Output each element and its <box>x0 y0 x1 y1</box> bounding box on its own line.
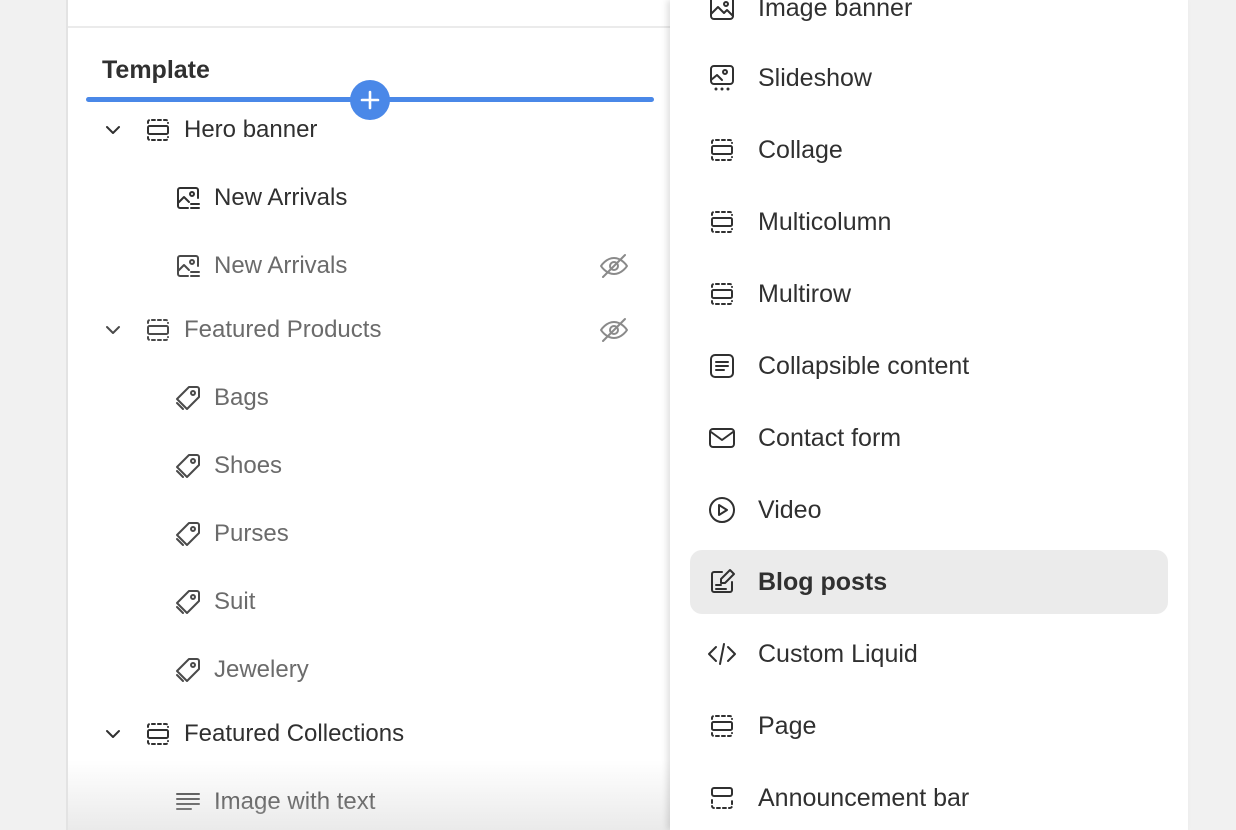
picker-item-slideshow[interactable]: Slideshow <box>690 46 1168 110</box>
block-purses[interactable]: Purses <box>172 512 289 556</box>
picker-item-announcement-bar[interactable]: Announcement bar <box>690 766 1168 830</box>
divider <box>68 26 672 28</box>
block-label: Purses <box>214 520 289 547</box>
picker-item-blog-posts[interactable]: Blog posts <box>690 550 1168 614</box>
section-icon <box>711 139 733 161</box>
picker-item-image-banner[interactable]: Image banner <box>690 0 1168 40</box>
tag-icon <box>176 454 200 478</box>
block-label: New Arrivals <box>214 252 348 279</box>
section-icon <box>711 211 733 233</box>
picker-item-collapsible-content[interactable]: Collapsible content <box>690 334 1168 398</box>
section-label: Hero banner <box>184 116 318 143</box>
picker-item-contact-form[interactable]: Contact form <box>690 406 1168 470</box>
section-icon <box>147 723 169 745</box>
block-label: Shoes <box>214 452 283 479</box>
picker-label: Collage <box>758 136 843 164</box>
picker-label: Video <box>758 496 822 524</box>
picker-label: Custom Liquid <box>758 640 918 668</box>
tag-icon <box>176 590 200 614</box>
mail-icon <box>709 428 735 448</box>
tag-icon <box>176 522 200 546</box>
block-label: Suit <box>214 588 256 615</box>
picker-item-collage[interactable]: Collage <box>690 118 1168 182</box>
slideshow-icon <box>710 65 734 91</box>
picker-label: Contact form <box>758 424 902 452</box>
chevron-down-icon[interactable] <box>100 317 126 343</box>
section-icon <box>711 283 733 305</box>
section-label: Featured Collections <box>184 720 405 747</box>
section-hero-banner[interactable]: Hero banner <box>106 108 318 152</box>
play-icon <box>709 497 735 523</box>
list-icon <box>710 354 734 378</box>
code-icon <box>708 643 736 665</box>
template-panel: Template Hero banner New Arrivals New Ar… <box>66 0 672 830</box>
tag-icon <box>176 658 200 682</box>
template-heading: Template <box>102 56 210 84</box>
block-label: Image with text <box>214 788 376 815</box>
section-label: Featured Products <box>184 316 382 343</box>
announcement-icon <box>711 787 733 809</box>
picker-label: Multicolumn <box>758 208 892 236</box>
block-jewelery[interactable]: Jewelery <box>172 648 309 692</box>
picker-item-video[interactable]: Video <box>690 478 1168 542</box>
chevron-down-icon[interactable] <box>100 721 126 747</box>
tag-icon <box>176 386 200 410</box>
picker-item-multicolumn[interactable]: Multicolumn <box>690 190 1168 254</box>
picker-label: Collapsible content <box>758 352 970 380</box>
picker-item-custom-liquid[interactable]: Custom Liquid <box>690 622 1168 686</box>
image-block-icon <box>177 187 200 209</box>
block-image-with-text[interactable]: Image with text <box>172 780 375 824</box>
picker-label: Blog posts <box>758 568 888 596</box>
block-label: Bags <box>214 384 269 411</box>
block-new-arrivals-hidden[interactable]: New Arrivals <box>172 244 628 288</box>
picker-label: Multirow <box>758 280 852 308</box>
text-block-icon <box>176 793 200 810</box>
section-featured-collections[interactable]: Featured Collections <box>106 712 405 756</box>
section-picker-panel: Image banner Slideshow Collage Multicolu… <box>670 0 1188 830</box>
image-block-icon <box>177 255 200 277</box>
plus-icon <box>360 90 380 110</box>
add-section-button[interactable] <box>350 80 390 120</box>
picker-item-page[interactable]: Page <box>690 694 1168 758</box>
block-shoes[interactable]: Shoes <box>172 444 282 488</box>
block-suit[interactable]: Suit <box>172 580 255 624</box>
chevron-down-icon[interactable] <box>100 117 126 143</box>
picker-label: Slideshow <box>758 64 872 92</box>
section-featured-products[interactable]: Featured Products <box>106 308 628 352</box>
eye-hidden-icon[interactable] <box>598 314 630 346</box>
section-icon <box>147 319 169 341</box>
edit-icon <box>711 569 735 593</box>
block-label: New Arrivals <box>214 184 348 211</box>
eye-hidden-icon[interactable] <box>598 250 630 282</box>
section-icon <box>711 715 733 737</box>
picker-item-multirow[interactable]: Multirow <box>690 262 1168 326</box>
picker-label: Page <box>758 712 817 740</box>
block-label: Jewelery <box>214 656 309 683</box>
image-icon <box>710 0 734 20</box>
picker-label: Image banner <box>758 0 913 22</box>
block-bags[interactable]: Bags <box>172 376 269 420</box>
picker-label: Announcement bar <box>758 784 970 812</box>
block-new-arrivals[interactable]: New Arrivals <box>172 176 347 220</box>
section-icon <box>147 119 169 141</box>
